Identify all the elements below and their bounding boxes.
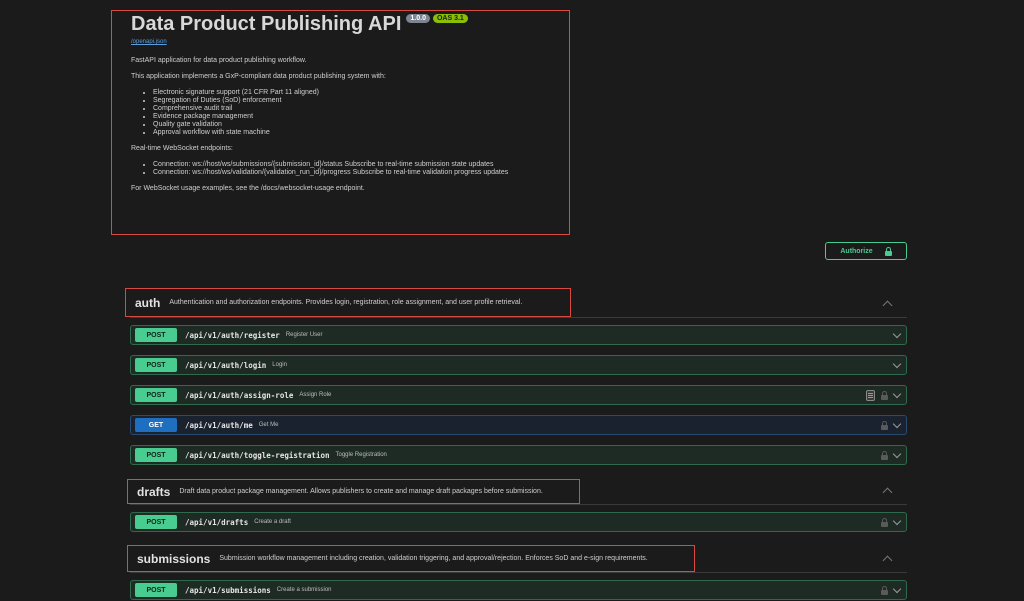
lock-icon[interactable] <box>881 517 888 527</box>
list-item: Connection: ws://host/ws/validation/{val… <box>153 169 561 177</box>
authorize-label: Authorize <box>840 247 873 255</box>
operation-register[interactable]: POST /api/v1/auth/register Register User <box>130 325 907 345</box>
method-badge: POST <box>135 583 177 597</box>
chevron-down-icon[interactable] <box>892 389 902 398</box>
lock-icon[interactable] <box>881 450 888 460</box>
system-line: This application implements a GxP-compli… <box>131 73 386 80</box>
operation-summary: Create a submission <box>276 587 332 593</box>
intro-text: FastAPI application for data product pub… <box>131 57 307 64</box>
version-badge: 1.0.0 <box>406 14 430 23</box>
operation-path: /api/v1/drafts <box>185 517 249 527</box>
operation-path: /api/v1/auth/me <box>185 420 253 430</box>
chevron-down-icon[interactable] <box>892 419 902 428</box>
operation-path: /api/v1/auth/assign-role <box>185 390 294 400</box>
oas-badge: OAS 3.1 <box>432 14 468 23</box>
lock-icon[interactable] <box>881 420 888 430</box>
collapse-auth-icon[interactable] <box>882 300 893 311</box>
chevron-down-icon[interactable] <box>892 329 902 338</box>
operation-login[interactable]: POST /api/v1/auth/login Login <box>130 355 907 375</box>
ws-footer: For WebSocket usage examples, see the /d… <box>131 185 365 192</box>
operation-summary: Login <box>272 362 287 368</box>
operation-path: /api/v1/auth/toggle-registration <box>185 450 330 460</box>
operation-summary: Register User <box>285 332 323 338</box>
openapi-json-link[interactable]: /openapi.json <box>131 39 167 45</box>
tag-description: Authentication and authorization endpoin… <box>169 299 523 306</box>
collapse-drafts-icon[interactable] <box>882 487 893 498</box>
operation-create-draft[interactable]: POST /api/v1/drafts Create a draft <box>130 512 907 532</box>
operation-summary: Toggle Registration <box>335 452 387 458</box>
chevron-down-icon[interactable] <box>892 516 902 525</box>
chevron-down-icon[interactable] <box>892 359 902 368</box>
tag-submissions[interactable]: submissions Submission workflow manageme… <box>127 545 695 572</box>
method-badge: POST <box>135 448 177 462</box>
divider <box>130 572 907 573</box>
collapse-submissions-icon[interactable] <box>882 555 893 566</box>
chevron-down-icon[interactable] <box>892 584 902 593</box>
method-badge: POST <box>135 328 177 342</box>
tag-drafts[interactable]: drafts Draft data product package manage… <box>127 479 580 504</box>
operation-get-me[interactable]: GET /api/v1/auth/me Get Me <box>130 415 907 435</box>
method-badge: POST <box>135 515 177 529</box>
api-title: Data Product Publishing API <box>131 13 402 35</box>
copy-icon[interactable] <box>866 389 875 401</box>
operation-path: /api/v1/submissions <box>185 585 271 595</box>
operation-summary: Assign Role <box>299 392 332 398</box>
divider <box>130 504 907 505</box>
list-item: Electronic signature support (21 CFR Par… <box>153 89 561 97</box>
list-item: Quality gate validation <box>153 121 561 129</box>
lock-icon[interactable] <box>881 585 888 595</box>
unlock-icon <box>884 246 892 256</box>
list-item: Evidence package management <box>153 113 561 121</box>
ws-endpoint-list: Connection: ws://host/ws/submissions/{su… <box>131 161 561 177</box>
list-item: Comprehensive audit trail <box>153 105 561 113</box>
operation-toggle-registration[interactable]: POST /api/v1/auth/toggle-registration To… <box>130 445 907 465</box>
operation-create-submission[interactable]: POST /api/v1/submissions Create a submis… <box>130 580 907 600</box>
tag-name: auth <box>135 295 161 310</box>
list-item: Approval workflow with state machine <box>153 129 561 137</box>
operation-path: /api/v1/auth/register <box>185 330 280 340</box>
chevron-down-icon[interactable] <box>892 449 902 458</box>
tag-description: Draft data product package management. A… <box>179 488 543 495</box>
operation-summary: Create a draft <box>254 519 291 525</box>
tag-auth[interactable]: auth Authentication and authorization en… <box>125 288 571 317</box>
operation-summary: Get Me <box>258 422 279 428</box>
method-badge: POST <box>135 388 177 402</box>
list-item: Connection: ws://host/ws/submissions/{su… <box>153 161 561 169</box>
lock-icon[interactable] <box>881 390 888 400</box>
operation-path: /api/v1/auth/login <box>185 360 267 370</box>
ws-heading: Real-time WebSocket endpoints: <box>131 145 233 152</box>
tag-name: submissions <box>137 551 211 566</box>
api-description: FastAPI application for data product pub… <box>131 57 561 201</box>
tag-name: drafts <box>137 484 171 499</box>
feature-list: Electronic signature support (21 CFR Par… <box>131 89 561 137</box>
api-title-row: Data Product Publishing API 1.0.0 OAS 3.… <box>131 12 468 36</box>
method-badge: GET <box>135 418 177 432</box>
divider <box>130 317 907 318</box>
operation-assign-role[interactable]: POST /api/v1/auth/assign-role Assign Rol… <box>130 385 907 405</box>
list-item: Segregation of Duties (SoD) enforcement <box>153 97 561 105</box>
tag-description: Submission workflow management including… <box>219 555 648 562</box>
method-badge: POST <box>135 358 177 372</box>
authorize-button[interactable]: Authorize <box>825 242 907 260</box>
